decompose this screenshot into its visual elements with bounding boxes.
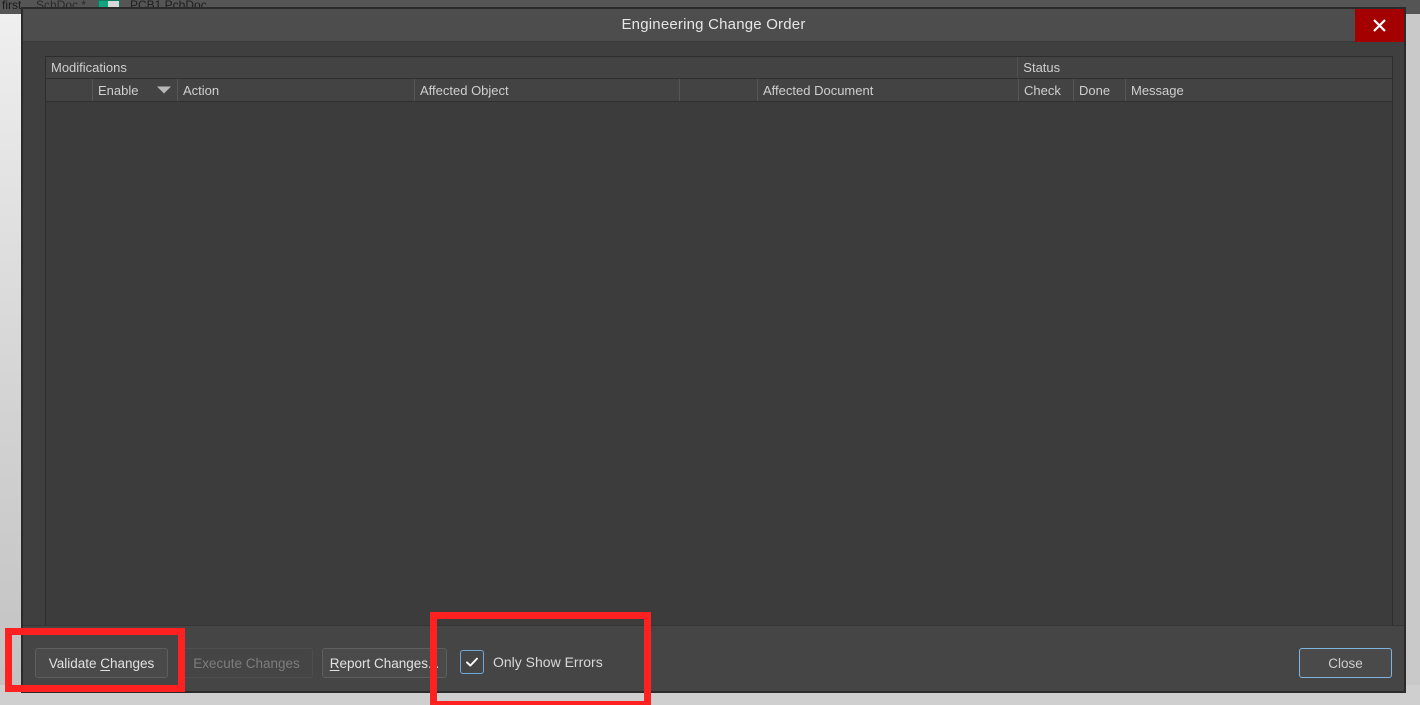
dialog-footer: Validate Changes Execute Changes Report … (23, 625, 1404, 691)
dialog-title: Engineering Change Order (621, 16, 806, 33)
check-icon (466, 657, 478, 667)
report-changes-label: Report Changes... (329, 655, 440, 671)
column-affected-object[interactable]: Affected Object (415, 79, 680, 101)
column-group-status-label: Status (1023, 60, 1061, 75)
only-show-errors-checkbox[interactable]: Only Show Errors (460, 650, 603, 674)
table-body[interactable] (46, 102, 1392, 625)
column-select[interactable] (46, 79, 93, 101)
execute-changes-label: Execute Changes (193, 655, 300, 671)
report-changes-button[interactable]: Report Changes... (322, 648, 447, 678)
column-message[interactable]: Message (1126, 79, 1392, 101)
column-group-modifications-label: Modifications (51, 60, 127, 75)
column-affected-document-label: Affected Document (763, 82, 874, 98)
column-enable-label: Enable (98, 82, 139, 98)
column-check[interactable]: Check (1019, 79, 1074, 101)
close-button[interactable]: Close (1299, 648, 1392, 678)
close-button-label: Close (1328, 655, 1363, 671)
column-done-label: Done (1079, 82, 1111, 98)
checkbox-box[interactable] (460, 650, 484, 674)
screen-root: first. SchDoc * PCB1.PcbDoc Engineering … (0, 0, 1420, 705)
column-affected-object-extra[interactable] (680, 79, 758, 101)
validate-changes-button[interactable]: Validate Changes (35, 648, 168, 678)
column-enable[interactable]: Enable (93, 79, 178, 101)
engineering-change-order-dialog: Engineering Change Order Modifications S… (22, 8, 1405, 692)
validate-changes-label: Validate Changes (48, 655, 155, 671)
column-affected-document[interactable]: Affected Document (758, 79, 1019, 101)
chevron-down-icon[interactable] (157, 86, 171, 94)
column-done[interactable]: Done (1074, 79, 1126, 101)
table-group-header-row: Modifications Status (46, 57, 1392, 79)
close-icon[interactable] (1355, 9, 1404, 42)
column-action[interactable]: Action (178, 79, 415, 101)
column-group-modifications: Modifications (46, 57, 1019, 78)
table-header-row: Enable Action Affected Object Affected D… (46, 79, 1392, 102)
dialog-titlebar: Engineering Change Order (23, 9, 1404, 42)
column-affected-object-label: Affected Object (420, 82, 509, 98)
execute-changes-button: Execute Changes (180, 648, 313, 678)
column-message-label: Message (1131, 82, 1184, 98)
column-group-status: Status (1018, 57, 1392, 78)
background-left-rail (0, 14, 23, 691)
modifications-table: Modifications Status Enable Action Affec… (45, 56, 1393, 626)
column-action-label: Action (183, 82, 220, 98)
only-show-errors-label: Only Show Errors (493, 654, 603, 670)
column-check-label: Check (1024, 82, 1061, 98)
